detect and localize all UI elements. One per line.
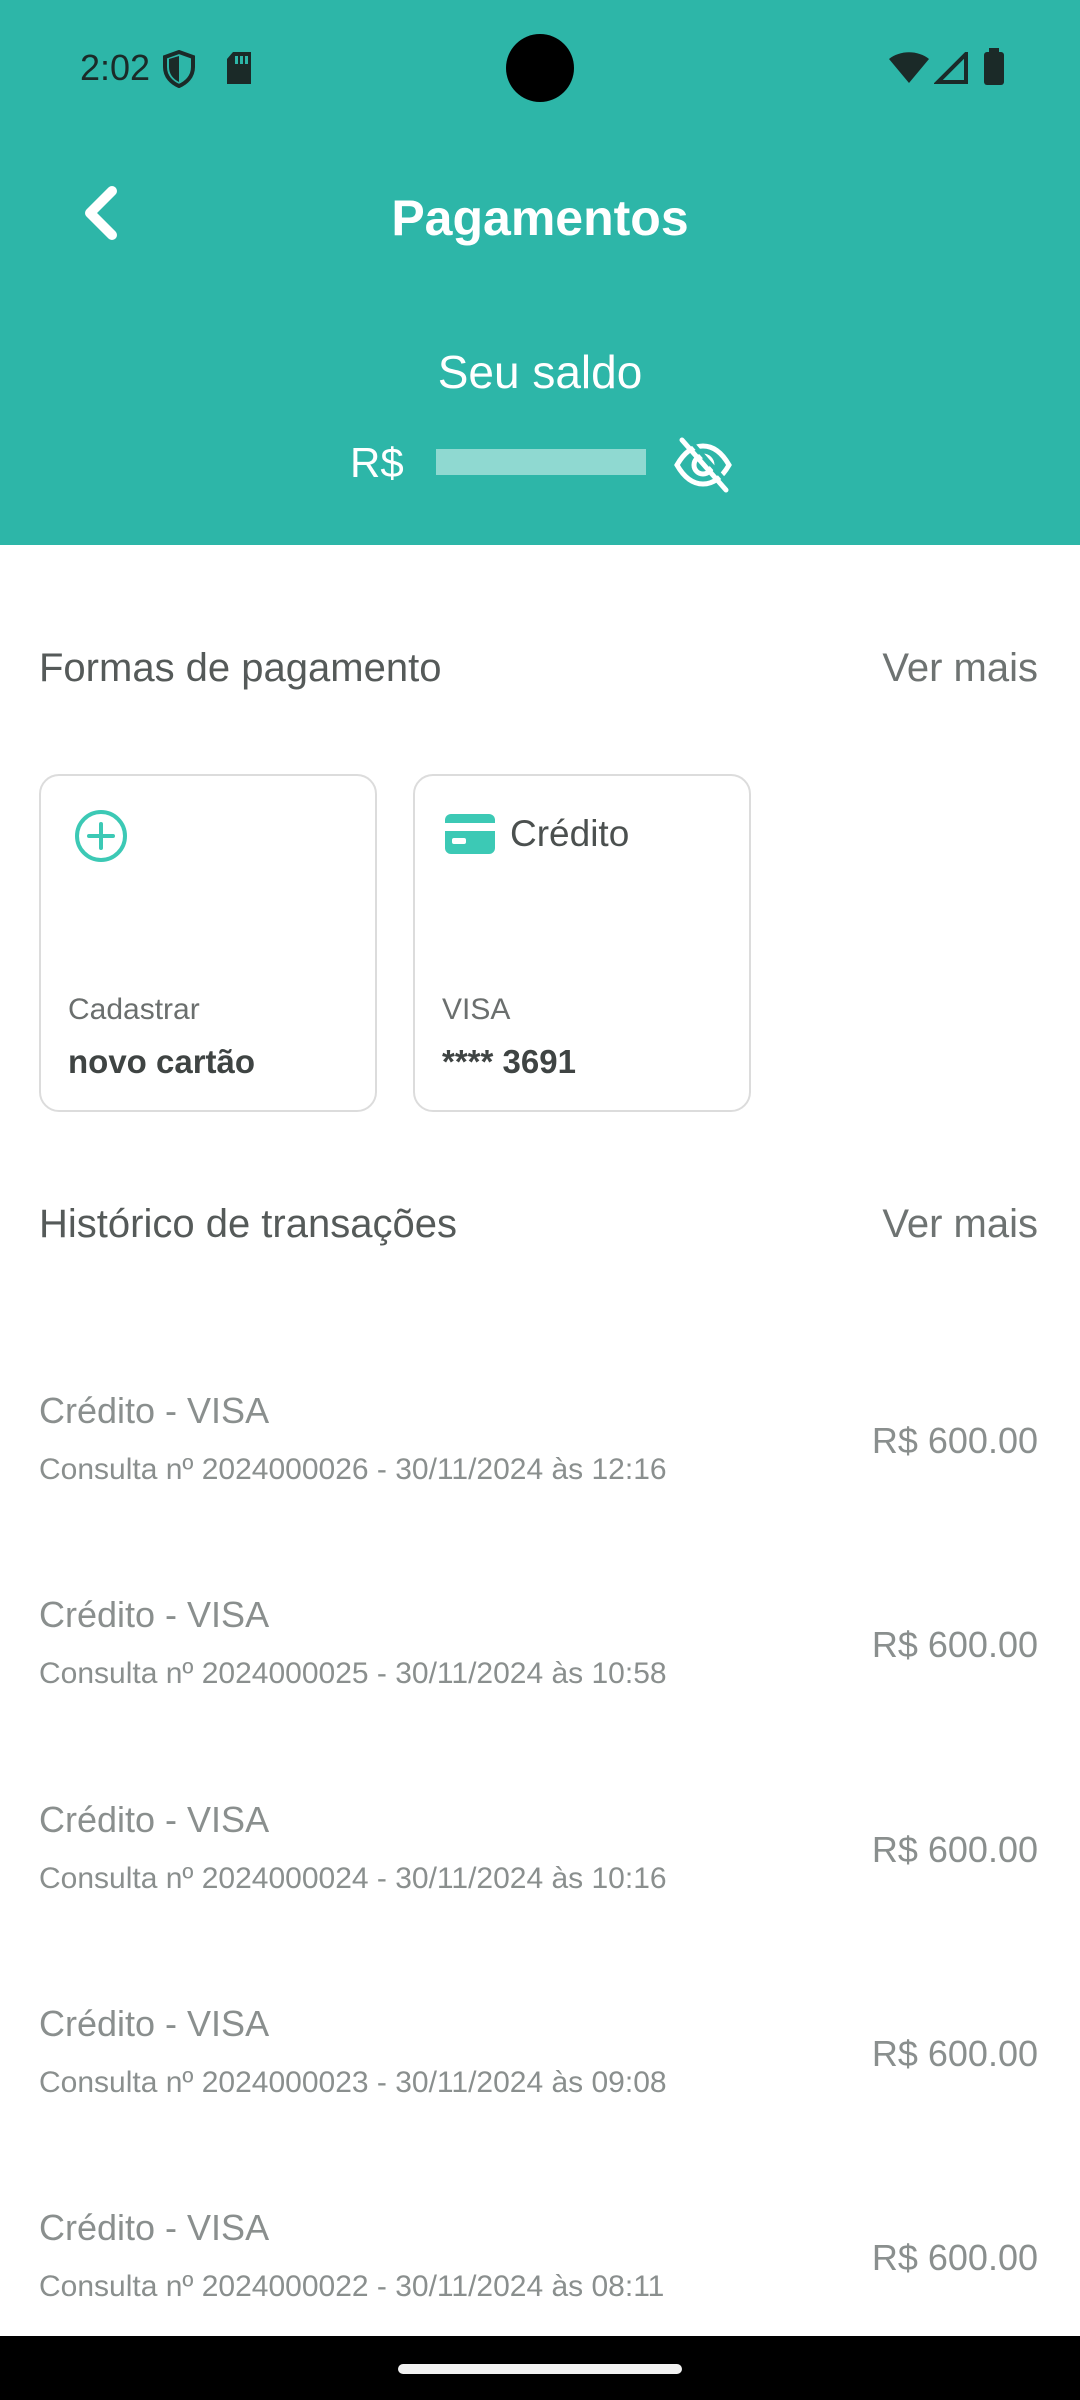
payments-screen: 2:02 Pagamentos Seu saldo R$ Formas de p…	[0, 0, 1080, 2400]
transaction-row[interactable]: Crédito - VISA Consulta nº 2024000025 - …	[0, 1593, 1080, 1753]
transaction-description: Consulta nº 2024000025 - 30/11/2024 às 1…	[39, 1657, 667, 1690]
transaction-description: Consulta nº 2024000023 - 30/11/2024 às 0…	[39, 2066, 667, 2099]
transaction-description: Consulta nº 2024000024 - 30/11/2024 às 1…	[39, 1862, 667, 1895]
balance-hidden-value	[436, 449, 646, 475]
credit-card-item[interactable]: Crédito VISA **** 3691	[413, 774, 751, 1112]
plus-circle-icon	[74, 809, 128, 868]
system-nav-bar	[0, 2336, 1080, 2400]
cell-signal-icon	[933, 49, 968, 89]
credit-card-icon	[445, 814, 495, 859]
transaction-title: Crédito - VISA	[39, 1390, 270, 1431]
battery-icon	[982, 48, 1006, 91]
balance-currency: R$	[350, 439, 404, 486]
card-type-label: Crédito	[510, 813, 630, 854]
page-title: Pagamentos	[391, 190, 689, 246]
card-brand-label: VISA	[442, 993, 511, 1026]
transaction-description: Consulta nº 2024000022 - 30/11/2024 às 0…	[39, 2270, 665, 2303]
add-card-main-label: novo cartão	[68, 1043, 256, 1080]
add-card-sub-label: Cadastrar	[68, 993, 200, 1026]
transaction-title: Crédito - VISA	[39, 1799, 270, 1840]
camera-cutout	[506, 34, 574, 102]
status-bar: 2:02	[0, 0, 1080, 136]
transaction-description: Consulta nº 2024000026 - 30/11/2024 às 1…	[39, 1453, 667, 1486]
toggle-balance-visibility-button[interactable]	[672, 434, 734, 496]
home-gesture-handle[interactable]	[398, 2364, 682, 2374]
transaction-amount: R$ 600.00	[871, 2237, 1038, 2278]
transaction-row[interactable]: Crédito - VISA Consulta nº 2024000026 - …	[0, 1389, 1080, 1549]
add-card-button[interactable]: Cadastrar novo cartão	[39, 774, 377, 1112]
transaction-title: Crédito - VISA	[39, 1594, 270, 1635]
card-number-label: **** 3691	[442, 1043, 576, 1080]
transaction-amount: R$ 600.00	[871, 2033, 1038, 2074]
transaction-title: Crédito - VISA	[39, 2207, 270, 2248]
transaction-row[interactable]: Crédito - VISA Consulta nº 2024000024 - …	[0, 1798, 1080, 1958]
sd-card-icon	[224, 50, 254, 91]
transaction-title: Crédito - VISA	[39, 2003, 270, 2044]
transaction-amount: R$ 600.00	[871, 1624, 1038, 1665]
history-see-more-link[interactable]: Ver mais	[882, 1199, 1038, 1249]
shield-icon	[162, 49, 196, 93]
transaction-amount: R$ 600.00	[871, 1829, 1038, 1870]
transaction-amount: R$ 600.00	[871, 1420, 1038, 1461]
payment-methods-title: Formas de pagamento	[39, 646, 442, 690]
balance-label: Seu saldo	[437, 346, 643, 398]
history-title: Histórico de transações	[39, 1202, 457, 1246]
payment-methods-see-more-link[interactable]: Ver mais	[882, 643, 1038, 693]
status-time: 2:02	[80, 47, 151, 88]
wifi-icon	[888, 52, 930, 89]
header: 2:02 Pagamentos Seu saldo R$	[0, 0, 1080, 545]
transaction-row[interactable]: Crédito - VISA Consulta nº 2024000023 - …	[0, 2002, 1080, 2162]
eye-off-icon	[672, 434, 734, 500]
